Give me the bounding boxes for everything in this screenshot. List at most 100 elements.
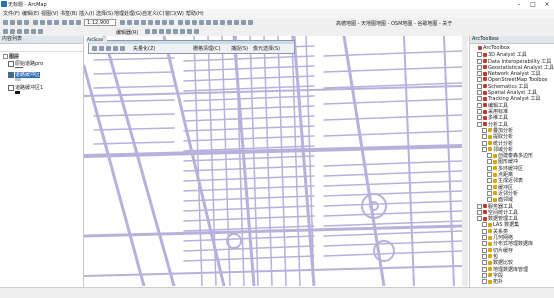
measure-icon[interactable] — [220, 20, 225, 25]
toc-layer-buffer[interactable]: 道路缓冲区 — [8, 71, 41, 78]
toolbox-item[interactable]: OpenStreetMap Toolbox — [477, 76, 547, 83]
collapse-icon[interactable] — [482, 146, 487, 152]
vectorization-menu[interactable]: 矢量化(Z) — [133, 45, 155, 52]
toolset-item[interactable]: 拓扑 — [482, 278, 503, 285]
cut-icon[interactable] — [33, 20, 38, 25]
expand-icon[interactable] — [487, 190, 492, 196]
checkbox-icon[interactable] — [8, 60, 14, 67]
undo-icon[interactable] — [62, 20, 67, 25]
expand-icon[interactable] — [482, 272, 487, 278]
expand-icon[interactable] — [477, 90, 482, 96]
menu-help[interactable]: 帮助(H) — [186, 10, 204, 17]
search-icon[interactable] — [17, 29, 22, 34]
expand-icon[interactable] — [482, 266, 487, 272]
find-icon[interactable] — [227, 20, 232, 25]
print-icon[interactable] — [24, 20, 29, 25]
maximize-icon[interactable]: □ — [526, 0, 540, 9]
menu-geoprocessing[interactable]: 地理处理(G) — [114, 10, 142, 17]
add-data-icon[interactable] — [76, 20, 81, 25]
checkbox-icon[interactable] — [8, 84, 14, 91]
expand-icon[interactable] — [482, 260, 487, 266]
new-icon[interactable] — [3, 20, 8, 25]
fixed-zoom-out-icon[interactable] — [155, 20, 160, 25]
collapse-icon[interactable] — [3, 54, 8, 59]
editor-menu[interactable]: 编辑器(R) — [116, 29, 138, 36]
save-icon[interactable] — [17, 20, 22, 25]
redo-icon[interactable] — [69, 20, 74, 25]
time-slider-icon[interactable] — [241, 20, 246, 25]
expand-icon[interactable] — [482, 253, 487, 259]
expand-icon[interactable] — [482, 228, 487, 234]
python-icon[interactable] — [31, 29, 36, 34]
hyperlink-icon[interactable] — [206, 20, 211, 25]
collapse-icon[interactable] — [477, 216, 482, 222]
toc-layer-buffer1[interactable]: 道路缓冲区1 — [8, 84, 43, 91]
expand-icon[interactable] — [477, 96, 482, 102]
zoom-out-icon[interactable] — [127, 20, 132, 25]
expand-icon[interactable] — [487, 172, 492, 177]
toolbar-handle[interactable] — [89, 41, 294, 44]
attributes-icon[interactable] — [194, 29, 199, 34]
expand-icon[interactable] — [487, 178, 492, 184]
expand-icon[interactable] — [482, 247, 487, 253]
scale-input[interactable]: 1:12,900 — [84, 19, 116, 26]
toc-layer-group[interactable]: 图层 — [3, 53, 19, 60]
open-icon[interactable] — [10, 20, 15, 25]
expand-icon[interactable] — [477, 83, 482, 89]
modelbuilder-icon[interactable] — [38, 29, 43, 34]
expand-icon[interactable] — [477, 64, 482, 70]
back-extent-icon[interactable] — [162, 20, 167, 25]
tool-icon[interactable] — [106, 46, 111, 51]
expand-icon[interactable] — [487, 165, 492, 171]
map-vertical-scrollbar[interactable] — [462, 36, 468, 286]
menu-view[interactable]: 视图(V) — [41, 10, 58, 17]
expand-icon[interactable] — [482, 241, 487, 247]
select-elements-icon[interactable] — [192, 20, 197, 25]
tool-icon[interactable] — [120, 46, 125, 51]
toc-layer-roads[interactable]: 原始道路pro — [8, 60, 43, 67]
html-popup-icon[interactable] — [213, 20, 218, 25]
checkbox-icon[interactable] — [8, 71, 14, 78]
rotate-icon[interactable] — [187, 29, 192, 34]
select-features-icon[interactable] — [178, 20, 183, 25]
collapse-icon[interactable] — [477, 121, 482, 127]
raster-cleanup-menu[interactable]: 栅格清理(C) — [193, 45, 220, 52]
expand-icon[interactable] — [482, 127, 487, 133]
copy-icon[interactable] — [40, 20, 45, 25]
expand-icon[interactable] — [482, 140, 487, 146]
menu-customize[interactable]: 自定义(C) — [142, 10, 164, 17]
forward-extent-icon[interactable] — [169, 20, 174, 25]
goto-xy-icon[interactable] — [234, 20, 239, 25]
arc-segment-icon[interactable] — [166, 29, 171, 34]
paste-icon[interactable] — [47, 20, 52, 25]
map-canvas[interactable] — [84, 36, 462, 286]
menu-insert[interactable]: 插入(I) — [79, 10, 94, 17]
menu-bookmarks[interactable]: 书签(B) — [60, 10, 77, 17]
menu-file[interactable]: 文件(F) — [3, 10, 20, 17]
sketch-icon[interactable] — [152, 29, 157, 34]
expand-icon[interactable] — [477, 109, 482, 114]
close-icon[interactable]: × — [540, 0, 554, 9]
expand-icon[interactable] — [477, 76, 482, 82]
viewer-icon[interactable] — [248, 20, 253, 25]
split-icon[interactable] — [180, 29, 185, 34]
fixed-zoom-in-icon[interactable] — [148, 20, 153, 25]
layer-icon[interactable] — [92, 46, 97, 51]
toolbox-item[interactable]: ArcToolbox — [472, 45, 510, 51]
full-extent-icon[interactable] — [141, 20, 146, 25]
menu-windows[interactable]: 窗口(W) — [165, 10, 184, 17]
straight-segment-icon[interactable] — [159, 29, 164, 34]
expand-icon[interactable] — [477, 58, 482, 64]
cell-selection-menu[interactable]: 像元选择(S) — [253, 45, 280, 52]
expand-icon[interactable] — [477, 102, 482, 108]
expand-icon[interactable] — [487, 153, 492, 159]
expand-icon[interactable] — [477, 209, 482, 215]
menu-edit[interactable]: 编辑(E) — [22, 10, 39, 17]
expand-icon[interactable] — [487, 159, 492, 165]
expand-icon[interactable] — [482, 222, 487, 228]
pan-icon[interactable] — [134, 20, 139, 25]
expand-icon[interactable] — [487, 197, 492, 203]
expand-icon[interactable] — [477, 52, 482, 58]
expand-icon[interactable] — [482, 235, 487, 240]
minimize-icon[interactable]: – — [512, 0, 526, 9]
